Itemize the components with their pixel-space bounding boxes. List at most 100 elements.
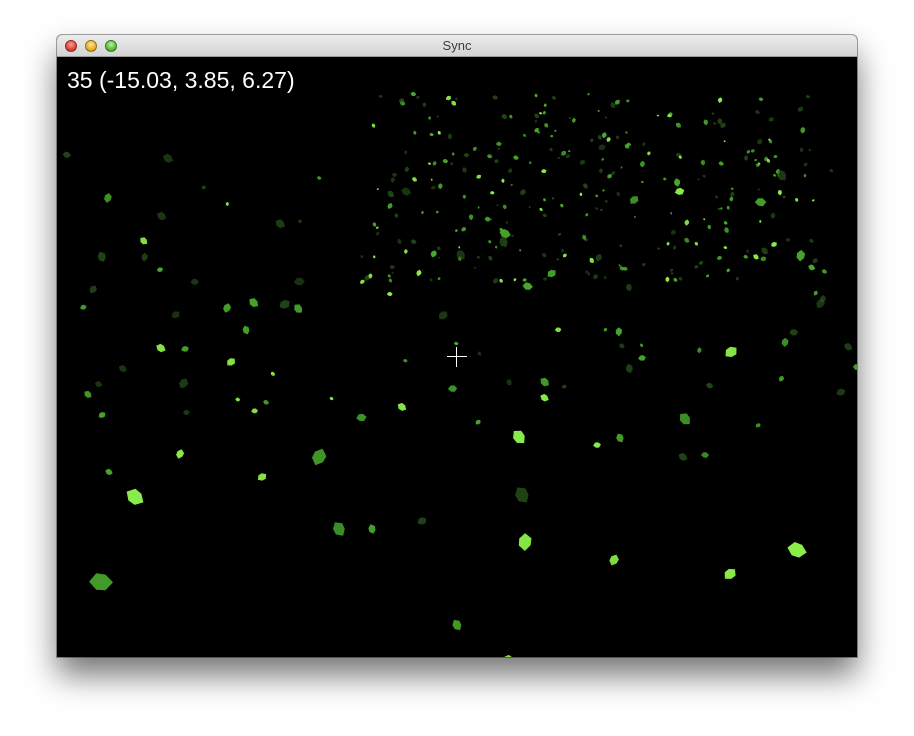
- cube: [656, 247, 661, 250]
- cube: [397, 239, 402, 244]
- cube: [770, 212, 776, 219]
- cube: [744, 155, 748, 161]
- cube: [372, 222, 377, 227]
- cube: [391, 271, 394, 275]
- cube: [678, 452, 688, 461]
- cube: [404, 249, 408, 254]
- cube: [717, 97, 723, 103]
- cube: [800, 126, 806, 134]
- cube: [157, 211, 167, 221]
- cube: [597, 109, 600, 112]
- cube: [670, 230, 676, 235]
- cube: [796, 249, 806, 262]
- cube: [607, 174, 612, 179]
- cube: [672, 245, 677, 250]
- cube: [468, 214, 474, 221]
- cube: [463, 153, 470, 158]
- cube: [697, 347, 702, 354]
- cube: [403, 358, 408, 363]
- cube: [723, 140, 726, 143]
- cube: [415, 95, 420, 99]
- cube: [492, 95, 499, 100]
- cube: [437, 277, 441, 280]
- cube: [371, 123, 376, 128]
- cube: [773, 155, 778, 159]
- cube: [373, 255, 376, 259]
- cube: [410, 239, 417, 245]
- cube: [673, 277, 678, 282]
- cube: [725, 346, 737, 357]
- cube: [754, 198, 767, 207]
- cube: [593, 442, 601, 448]
- cube: [176, 449, 185, 459]
- cube: [625, 99, 630, 103]
- cube: [674, 178, 681, 187]
- cube: [404, 150, 408, 155]
- cube: [829, 168, 834, 173]
- cube: [600, 208, 603, 212]
- cube: [543, 198, 546, 202]
- cube: [442, 158, 449, 164]
- cube: [461, 227, 466, 232]
- cube: [568, 117, 572, 119]
- cube: [518, 533, 532, 551]
- cube: [156, 343, 166, 353]
- cube: [97, 251, 106, 262]
- cube: [583, 183, 588, 189]
- cube: [769, 139, 773, 144]
- cube: [534, 93, 538, 98]
- cube: [803, 173, 807, 178]
- cube: [540, 393, 549, 402]
- cube: [702, 174, 707, 178]
- cube: [263, 399, 269, 405]
- cube: [394, 213, 399, 218]
- cube: [547, 269, 556, 278]
- cube: [766, 158, 770, 163]
- cube: [562, 253, 567, 258]
- cube: [447, 385, 458, 392]
- title-bar[interactable]: Sync: [57, 35, 857, 57]
- cube: [528, 205, 531, 209]
- cube: [413, 130, 417, 135]
- cube: [94, 381, 103, 388]
- cube: [462, 194, 466, 199]
- cube: [640, 180, 644, 184]
- cube: [386, 292, 393, 296]
- cube: [439, 311, 448, 320]
- cube: [141, 252, 148, 262]
- cube: [417, 517, 427, 525]
- cube: [437, 131, 441, 135]
- cube: [499, 237, 508, 248]
- cube: [735, 276, 739, 281]
- cube: [812, 199, 815, 202]
- cube: [429, 278, 433, 282]
- cube: [515, 487, 529, 503]
- cube: [718, 161, 724, 166]
- cube: [484, 216, 491, 222]
- cube: [757, 139, 763, 145]
- cube: [694, 265, 699, 269]
- cube: [513, 430, 525, 444]
- cube: [504, 654, 512, 657]
- cube: [542, 213, 548, 218]
- position-readout: 35 (-15.03, 3.85, 6.27): [67, 67, 295, 93]
- cube: [723, 246, 728, 250]
- cube: [447, 133, 453, 140]
- game-viewport[interactable]: 35 (-15.03, 3.85, 6.27): [57, 57, 857, 657]
- cube: [625, 283, 632, 292]
- cube: [436, 246, 441, 251]
- cube: [495, 245, 498, 249]
- cube: [430, 178, 433, 181]
- cube: [726, 205, 730, 210]
- cube: [432, 161, 437, 166]
- cube: [171, 311, 180, 319]
- cube: [522, 282, 533, 290]
- cube: [294, 304, 302, 313]
- cube: [333, 522, 345, 536]
- cube: [579, 159, 585, 165]
- cube: [492, 277, 499, 284]
- cube: [557, 156, 561, 159]
- cube: [552, 196, 555, 200]
- cube: [604, 199, 608, 203]
- cube: [816, 298, 825, 309]
